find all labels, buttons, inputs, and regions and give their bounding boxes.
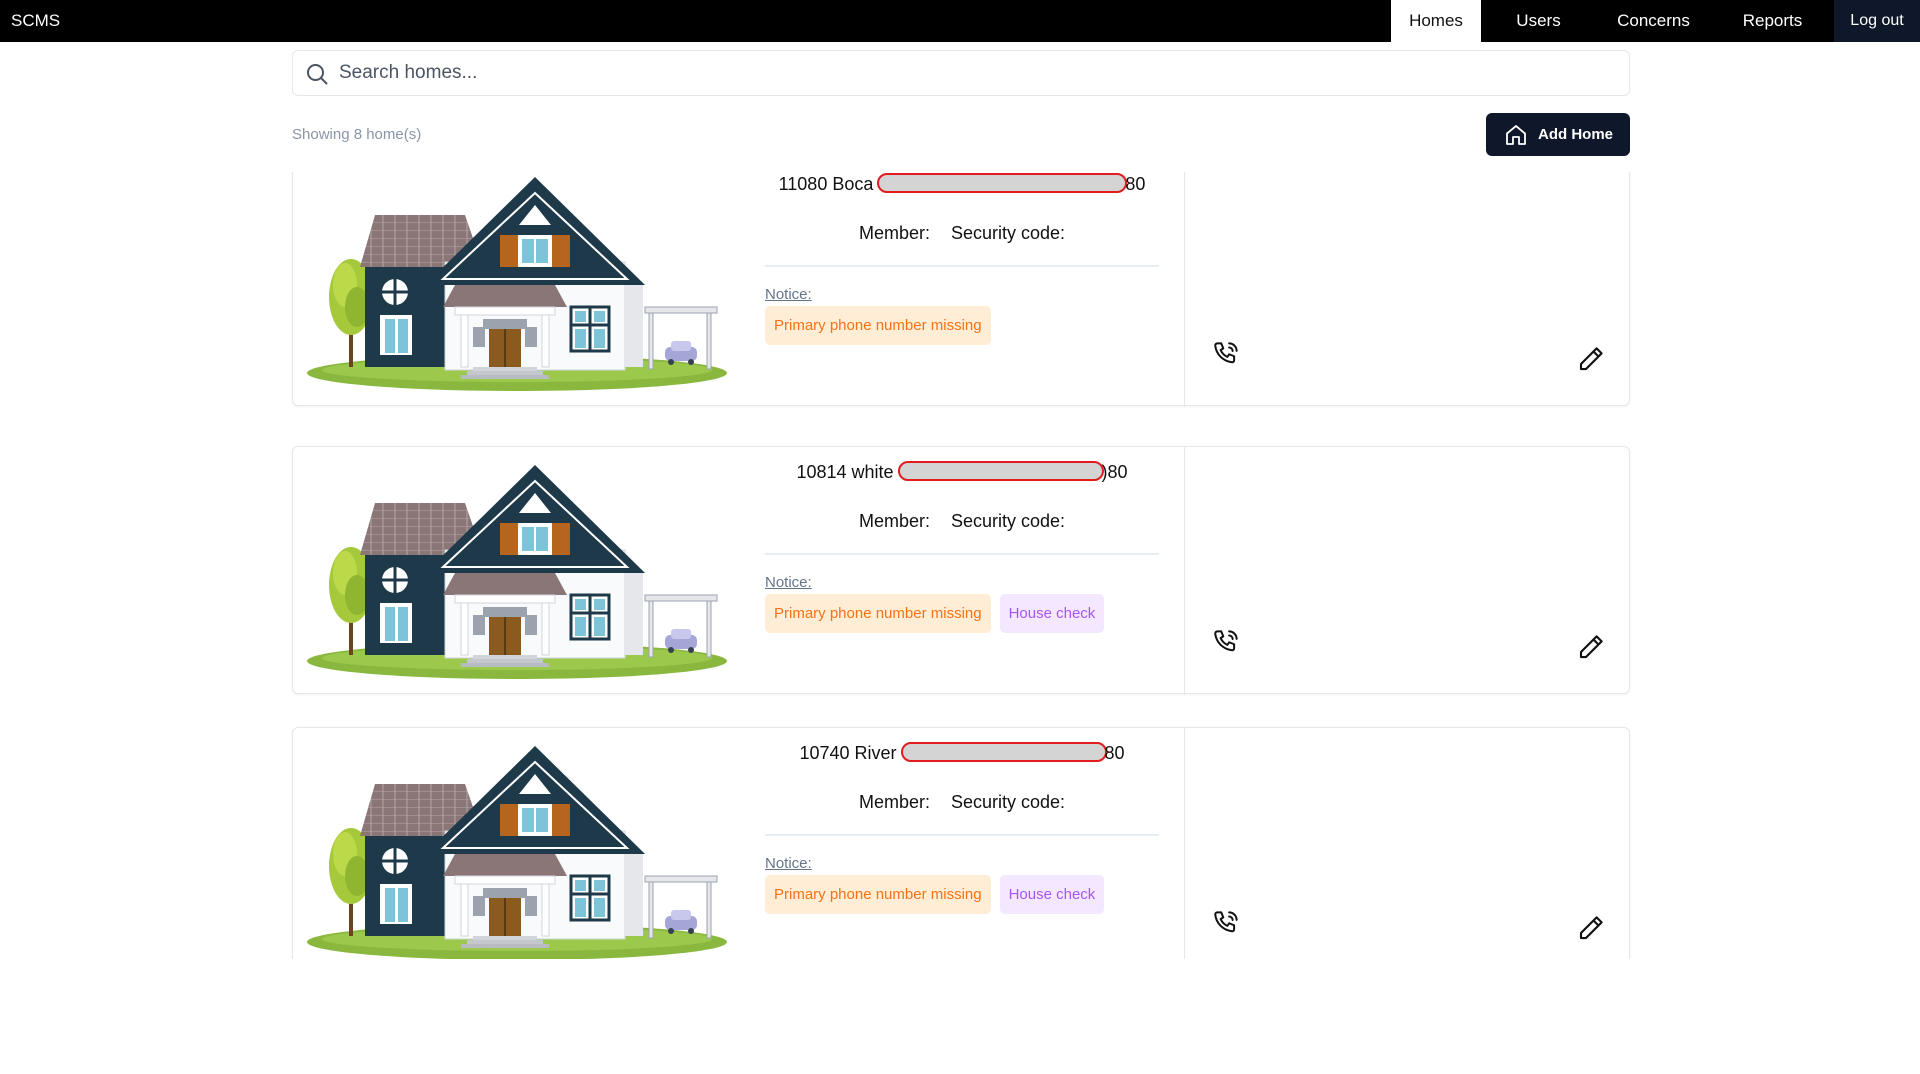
security-code-label: Security code:: [950, 792, 1066, 812]
tag-primary-phone-missing[interactable]: Primary phone number missing: [765, 594, 991, 633]
divider: [765, 265, 1159, 267]
add-home-button[interactable]: Add Home: [1486, 113, 1630, 156]
security-code-label: Security code:: [950, 511, 1066, 531]
notice-label[interactable]: Notice:: [765, 855, 812, 872]
house-image: [305, 172, 730, 397]
main-nav: Homes Users Concerns Reports Log out: [1391, 0, 1920, 42]
redacted-address: [900, 742, 1107, 762]
notice-tags: Primary phone number missing: [765, 306, 991, 345]
redacted-address: [877, 173, 1128, 193]
card-divider: [1184, 172, 1185, 407]
nav-concerns[interactable]: Concerns: [1596, 0, 1711, 42]
divider: [765, 553, 1159, 555]
phone-call-icon[interactable]: [1211, 627, 1241, 657]
home-icon: [1506, 125, 1526, 145]
tag-house-check[interactable]: House check: [999, 594, 1105, 633]
nav-reports[interactable]: Reports: [1711, 0, 1834, 42]
search-input[interactable]: [339, 51, 1619, 95]
member-row: Member: Security code:: [765, 511, 1159, 532]
home-address[interactable]: 10740 River 80: [765, 742, 1159, 764]
top-navbar: SCMS Homes Users Concerns Reports Log ou…: [0, 0, 1920, 42]
notice-tags: Primary phone number missing House check: [765, 594, 1105, 633]
address-end: )80: [1101, 462, 1128, 482]
home-address[interactable]: 10814 white )80: [765, 461, 1159, 483]
pencil-icon[interactable]: [1576, 913, 1606, 943]
tag-house-check[interactable]: House check: [999, 875, 1105, 914]
card-divider: [1184, 728, 1185, 959]
home-card[interactable]: 11080 Boca 80 Member: Security code: Noti…: [292, 172, 1630, 407]
app-brand[interactable]: SCMS: [11, 11, 60, 31]
member-label: Member:: [858, 511, 930, 531]
home-card[interactable]: 10814 white )80 Member: Security code: No…: [292, 446, 1630, 695]
tag-primary-phone-missing[interactable]: Primary phone number missing: [765, 875, 991, 914]
address-start: 10740 River: [799, 743, 897, 763]
notice-label[interactable]: Notice:: [765, 574, 812, 591]
notice-label[interactable]: Notice:: [765, 286, 812, 303]
nav-homes[interactable]: Homes: [1391, 0, 1481, 42]
homes-list: 11080 Boca 80 Member: Security code: Noti…: [0, 172, 1920, 959]
tag-primary-phone-missing[interactable]: Primary phone number missing: [765, 306, 991, 345]
house-image: [305, 736, 730, 959]
home-info: 10740 River 80 Member: Security code: Not…: [765, 728, 1185, 959]
notice-tags: Primary phone number missing House check: [765, 875, 1105, 914]
security-code-label: Security code:: [950, 223, 1066, 243]
home-info: 11080 Boca 80 Member: Security code: Noti…: [765, 172, 1185, 407]
homes-count: Showing 8 home(s): [292, 126, 422, 143]
home-address[interactable]: 11080 Boca 80: [765, 173, 1159, 195]
logout-button[interactable]: Log out: [1834, 0, 1920, 42]
member-label: Member:: [858, 792, 930, 812]
phone-call-icon[interactable]: [1211, 908, 1241, 938]
home-card[interactable]: 10740 River 80 Member: Security code: Not…: [292, 727, 1630, 959]
card-divider: [1184, 447, 1185, 695]
divider: [765, 834, 1159, 836]
house-image: [305, 455, 730, 685]
phone-call-icon[interactable]: [1211, 339, 1241, 369]
member-label: Member:: [858, 223, 930, 243]
member-row: Member: Security code:: [765, 223, 1159, 244]
nav-users[interactable]: Users: [1481, 0, 1596, 42]
pencil-icon[interactable]: [1576, 344, 1606, 374]
home-info: 10814 white )80 Member: Security code: No…: [765, 447, 1185, 695]
add-home-label: Add Home: [1538, 126, 1613, 143]
redacted-address: [897, 461, 1104, 481]
address-end: 80: [1104, 743, 1125, 763]
member-row: Member: Security code:: [765, 792, 1159, 813]
search-bar: [292, 50, 1630, 96]
address-start: 10814 white: [796, 462, 894, 482]
address-end: 80: [1125, 174, 1146, 194]
pencil-icon[interactable]: [1576, 632, 1606, 662]
search-icon: [307, 64, 328, 85]
address-start: 11080 Boca: [778, 174, 874, 194]
